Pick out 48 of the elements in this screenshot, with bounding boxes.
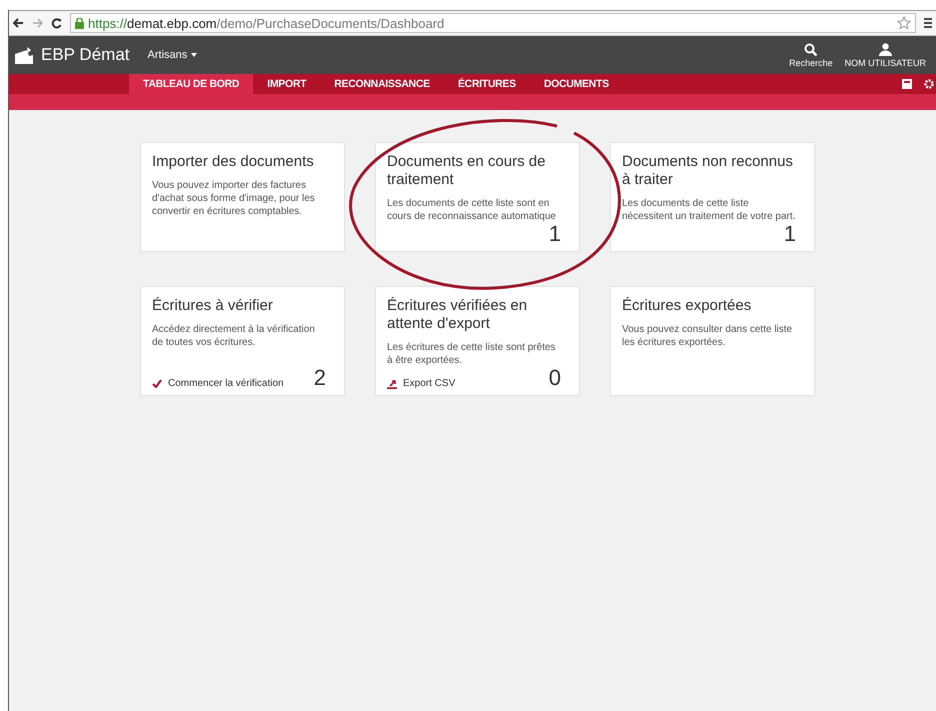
reload-button[interactable] (51, 18, 62, 28)
dashboard-card[interactable]: Documents non reconnus à traiter Les documents de cette liste nécessitent un traitement de votre part. 1 (610, 142, 815, 252)
card-description: Vous pouvez importer des factures d'achat sous forme d'image, pour les convertir en écritures comptables. (152, 179, 316, 218)
card-title: Écritures à vérifier (152, 297, 274, 315)
settings-icon[interactable] (924, 79, 934, 89)
nav-tab[interactable]: DOCUMENTS (530, 74, 623, 94)
calculator-icon[interactable] (902, 79, 912, 89)
card-description: Les documents de cette liste nécessitent un traitement de votre part. (622, 197, 796, 223)
star-icon[interactable] (897, 16, 911, 30)
card-action-link[interactable]: Commencer la vérification (152, 378, 284, 389)
dashboard-card[interactable]: Écritures exportées Vous pouvez consulter dans cette liste les écritures exportées. (610, 286, 815, 396)
search-button[interactable]: Recherche (783, 42, 839, 68)
nav-tab[interactable]: TABLEAU DE BORD (129, 74, 254, 94)
lock-icon (75, 18, 84, 28)
card-title: Écritures exportées (622, 297, 752, 315)
caret-icon (191, 53, 198, 57)
nav-tab[interactable]: ÉCRITURES (444, 74, 530, 94)
back-button[interactable] (13, 18, 24, 28)
card-title: Documents en cours de traitement (387, 153, 546, 189)
card-count: 2 (314, 367, 326, 389)
dashboard-card[interactable]: Écritures à vérifier Accédez directement à la vérification de toutes vos écritures. Commencer la vérification 2 (140, 286, 345, 396)
checkmark-icon (152, 379, 162, 388)
card-action-link[interactable]: Export CSV (387, 378, 456, 389)
dashboard-card[interactable]: Importer des documents Vous pouvez importer des factures d'achat sous forme d'image, pour les convertir en écritures comptables. (140, 142, 345, 252)
card-count: 0 (548, 367, 561, 389)
brand-name: EBP Démat (41, 45, 130, 65)
card-count: 1 (548, 223, 561, 245)
nav-tab[interactable]: IMPORT (253, 74, 320, 94)
card-count: 1 (784, 223, 796, 245)
card-title: Documents non reconnus à traiter (622, 153, 794, 189)
card-description: Accédez directement à la vérification de toutes vos écritures. (152, 323, 316, 349)
dashboard-card[interactable]: Documents en cours de traitement Les documents de cette liste sont en cours de reconnaissance automatique 1 (375, 142, 580, 252)
dashboard-card[interactable]: Écritures vérifiées en attente d'export Les écritures de cette liste sont prêtes à être exportées. Export CSV 0 (375, 286, 580, 396)
card-title: Importer des documents (152, 153, 315, 171)
card-description: Les documents de cette liste sont en cours de reconnaissance automatique (387, 197, 557, 223)
address-bar[interactable]: https://demat.ebp.com/demo/PurchaseDocuments/Dashboard (70, 13, 916, 33)
logo-icon (13, 46, 35, 64)
export-icon (387, 378, 397, 388)
company-dropdown[interactable]: Artisans (148, 49, 198, 61)
search-icon (804, 42, 818, 56)
user-button[interactable]: NOM UTILISATEUR (838, 42, 932, 68)
user-icon (878, 42, 892, 56)
url-text: https://demat.ebp.com/demo/PurchaseDocuments/Dashboard (88, 16, 444, 30)
card-title: Écritures vérifiées en attente d'export (387, 297, 528, 333)
card-description: Vous pouvez consulter dans cette liste les écritures exportées. (622, 323, 794, 349)
card-description: Les écritures de cette liste sont prêtes à être exportées. (387, 341, 556, 367)
nav-tab[interactable]: RECONNAISSANCE (320, 74, 444, 94)
menu-icon[interactable] (924, 18, 932, 28)
